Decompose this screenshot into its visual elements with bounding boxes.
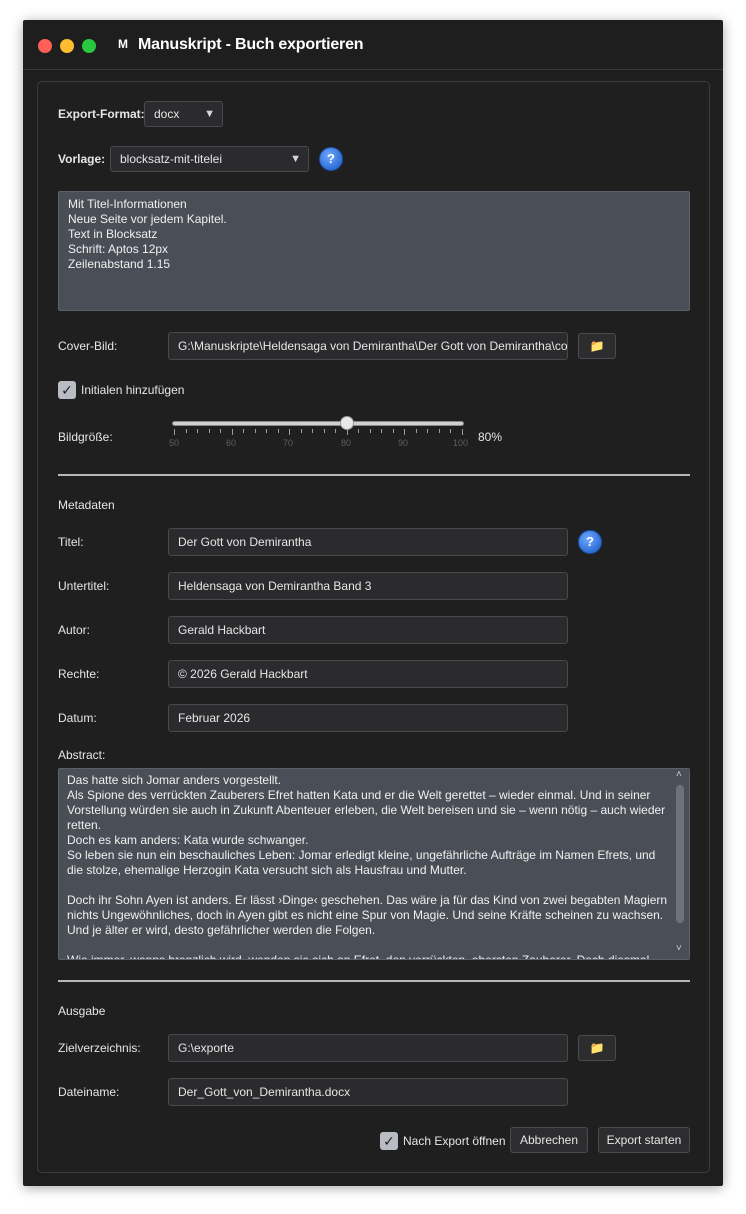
date-label: Datum: <box>58 711 97 725</box>
open-after-export-checkbox[interactable]: ✓ <box>380 1132 398 1150</box>
slider-tick <box>415 429 417 433</box>
filename-input[interactable]: Der_Gott_von_Demirantha.docx <box>168 1078 568 1106</box>
slider-tick <box>450 429 452 433</box>
slider-tick <box>462 429 463 435</box>
metadata-help-icon[interactable]: ? <box>578 530 602 554</box>
metadata-section-title: Metadaten <box>58 498 115 512</box>
abstract-scrollbar[interactable]: ˄ ˅ <box>675 769 685 959</box>
slider-tick <box>231 429 233 435</box>
initials-checkbox[interactable]: ✓ <box>58 381 76 399</box>
target-dir-label: Zielverzeichnis: <box>58 1041 141 1055</box>
image-size-label: Bildgröße: <box>58 430 113 444</box>
chevron-down-icon: ▼ <box>204 108 215 120</box>
slider-tick <box>381 429 383 433</box>
cover-image-label: Cover-Bild: <box>58 339 118 353</box>
slider-tick <box>289 429 291 435</box>
template-label: Vorlage: <box>58 152 106 166</box>
cancel-button[interactable]: Abbrechen <box>510 1127 588 1153</box>
slider-tick <box>197 429 199 433</box>
scrollbar-thumb[interactable] <box>676 785 684 923</box>
scroll-down-icon[interactable]: ˅ <box>676 943 682 954</box>
slider-tick <box>369 429 371 433</box>
titlebar-divider <box>23 69 723 70</box>
slider-tick <box>312 429 314 433</box>
slider-ticks <box>172 429 464 435</box>
slider-tick <box>323 429 325 433</box>
open-after-export-label[interactable]: Nach Export öffnen <box>403 1134 506 1148</box>
export-format-value: docx <box>154 107 180 121</box>
slider-track <box>172 421 464 426</box>
filename-label: Dateiname: <box>58 1085 120 1099</box>
abstract-textarea-frame[interactable]: Das hatte sich Jomar anders vorgestellt.… <box>58 768 690 960</box>
abstract-label: Abstract: <box>58 748 106 762</box>
app-icon: M <box>118 37 128 51</box>
folder-icon: 📁 <box>589 339 605 353</box>
title-bar[interactable]: M Manuskript - Buch exportieren <box>23 20 723 70</box>
question-mark-icon: ? <box>586 534 594 549</box>
template-select[interactable]: blocksatz-mit-titelei ▼ <box>110 146 309 172</box>
slider-tick <box>346 429 348 435</box>
rights-input[interactable]: © 2026 Gerald Hackbart <box>168 660 568 688</box>
question-mark-icon: ? <box>327 151 335 166</box>
slider-tick <box>208 429 210 433</box>
cover-image-path-input[interactable]: G:\Manuskripte\Heldensaga von Demirantha… <box>168 332 568 360</box>
title-label: Titel: <box>58 535 84 549</box>
slider-tick <box>438 429 440 433</box>
subtitle-label: Untertitel: <box>58 579 110 593</box>
close-window-button[interactable] <box>38 39 52 53</box>
maximize-window-button[interactable] <box>82 39 96 53</box>
section-divider <box>58 980 690 982</box>
author-input[interactable]: Gerald Hackbart <box>168 616 568 644</box>
subtitle-input[interactable]: Heldensaga von Demirantha Band 3 <box>168 572 568 600</box>
slider-tick-label: 60 <box>226 438 237 448</box>
slider-tick <box>404 429 406 435</box>
image-size-slider[interactable]: 50 60 70 80 90 100 <box>169 416 468 451</box>
date-input[interactable]: Februar 2026 <box>168 704 568 732</box>
export-dialog-window: M Manuskript - Buch exportieren Export-F… <box>23 20 723 1186</box>
slider-tick-label: 50 <box>169 438 180 448</box>
target-dir-input[interactable]: G:\exporte <box>168 1034 568 1062</box>
export-panel: Export-Format: docx ▼ Vorlage: blocksatz… <box>37 81 710 1173</box>
slider-tick <box>358 429 360 433</box>
slider-tick <box>185 429 187 433</box>
slider-tick-label: 90 <box>398 438 409 448</box>
slider-tick <box>392 429 394 433</box>
scroll-up-icon[interactable]: ˄ <box>676 769 682 780</box>
target-dir-browse-button[interactable]: 📁 <box>578 1035 616 1061</box>
minimize-window-button[interactable] <box>60 39 74 53</box>
slider-tick <box>277 429 279 433</box>
slider-tick <box>220 429 222 433</box>
image-size-value: 80% <box>478 430 503 444</box>
check-icon: ✓ <box>61 382 73 398</box>
slider-tick <box>266 429 268 433</box>
slider-tick <box>427 429 429 433</box>
template-value: blocksatz-mit-titelei <box>120 152 223 166</box>
slider-tick <box>335 429 337 433</box>
export-format-label: Export-Format: <box>58 107 145 121</box>
export-start-button[interactable]: Export starten <box>598 1127 690 1153</box>
check-icon: ✓ <box>383 1133 395 1149</box>
rights-label: Rechte: <box>58 667 100 681</box>
slider-thumb[interactable] <box>339 416 354 430</box>
chevron-down-icon: ▼ <box>290 153 301 165</box>
slider-tick <box>243 429 245 433</box>
slider-tick <box>174 429 175 435</box>
template-description[interactable]: Mit Titel-Informationen Neue Seite vor j… <box>58 191 690 311</box>
slider-tick-label: 70 <box>283 438 294 448</box>
title-input[interactable]: Der Gott von Demirantha <box>168 528 568 556</box>
template-help-icon[interactable]: ? <box>319 147 343 171</box>
window-title: Manuskript - Buch exportieren <box>138 36 364 53</box>
initials-label[interactable]: Initialen hinzufügen <box>81 383 184 397</box>
folder-icon: 📁 <box>589 1041 605 1055</box>
slider-tick-label: 100 <box>453 438 469 448</box>
section-divider <box>58 474 690 476</box>
slider-tick <box>254 429 256 433</box>
cover-browse-button[interactable]: 📁 <box>578 333 616 359</box>
export-format-select[interactable]: docx ▼ <box>144 101 223 127</box>
output-section-title: Ausgabe <box>58 1004 106 1018</box>
abstract-textarea[interactable]: Das hatte sich Jomar anders vorgestellt.… <box>67 773 671 959</box>
author-label: Autor: <box>58 623 91 637</box>
slider-tick-label: 80 <box>341 438 352 448</box>
slider-tick <box>300 429 302 433</box>
